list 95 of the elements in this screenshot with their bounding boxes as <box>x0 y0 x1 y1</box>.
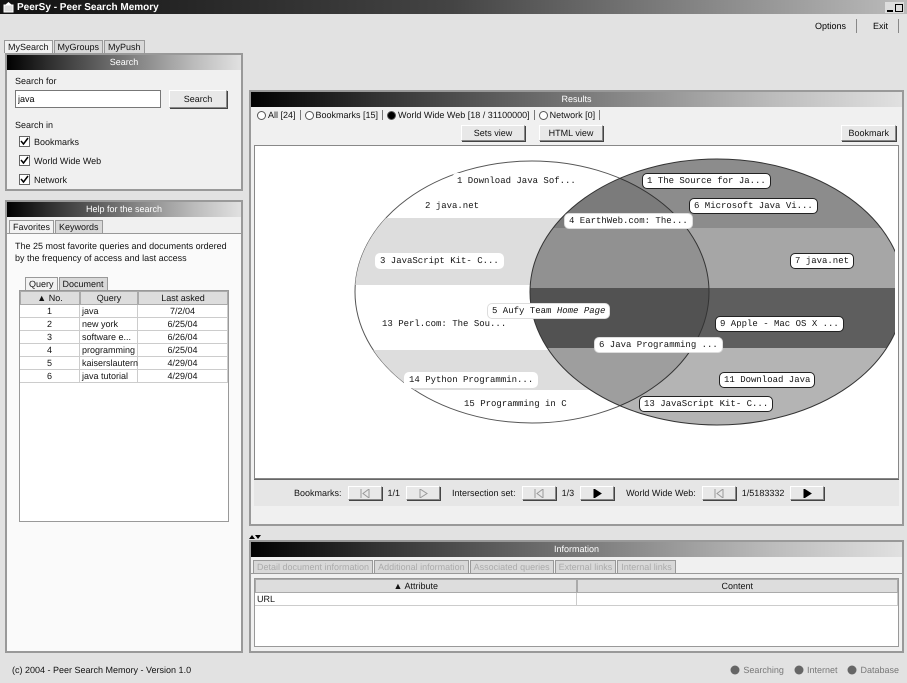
status-label: Database <box>860 665 899 675</box>
checkbox-label: World Wide Web <box>34 156 102 166</box>
bookmark-button[interactable]: Bookmark <box>841 125 896 141</box>
table-cell: 6/26/04 <box>138 331 228 344</box>
html-view-button[interactable]: HTML view <box>539 125 603 141</box>
main-tab[interactable]: MySearch <box>4 40 53 53</box>
panel-header: Results <box>251 92 902 107</box>
column-header[interactable]: Query <box>80 291 138 305</box>
main-tab[interactable]: MyGroups <box>54 40 104 53</box>
column-header[interactable]: ▲ Attribute <box>255 579 576 593</box>
result-label[interactable]: 6 Java Programming ... <box>594 337 723 353</box>
nav-label: Bookmarks: <box>294 488 342 498</box>
result-label[interactable]: 7 java.net <box>790 253 854 269</box>
search-label: Search for <box>14 75 58 88</box>
next-button[interactable] <box>790 486 824 500</box>
table-cell: java tutorial <box>80 370 138 383</box>
radio-icon[interactable] <box>304 110 314 120</box>
previous-button[interactable] <box>522 486 556 500</box>
table-cell: 5 <box>20 357 80 370</box>
skip-back-icon <box>360 488 370 498</box>
status-label: Searching <box>743 665 784 675</box>
next-button[interactable] <box>580 486 614 500</box>
table-cell: 6 <box>20 370 80 383</box>
play-icon <box>418 488 428 498</box>
result-label[interactable]: 5 Aufy Team Home Page <box>487 303 610 319</box>
help-tab[interactable]: Favorites <box>9 220 54 233</box>
table-cell: 6/25/04 <box>138 318 228 331</box>
main-tab[interactable]: MyPush <box>104 40 145 53</box>
result-label[interactable]: 6 Microsoft Java Vi... <box>689 198 818 214</box>
play-icon <box>592 488 602 498</box>
panel-header: Help for the search <box>7 202 241 217</box>
column-header[interactable]: Last asked <box>138 291 228 305</box>
result-label[interactable]: 11 Download Java <box>719 372 816 388</box>
search-in-label: Search in <box>14 119 54 132</box>
filter-radio[interactable]: Network [0] <box>534 110 600 120</box>
result-label[interactable]: 14 Python Programmin... <box>404 372 538 388</box>
status-label: Internet <box>806 665 838 675</box>
skip-back-icon <box>534 488 544 498</box>
table-cell: URL <box>255 593 576 606</box>
table-cell: 4/29/04 <box>138 370 228 383</box>
maximize-icon[interactable] <box>895 2 903 12</box>
query-list-tab[interactable]: Query <box>25 277 58 290</box>
table-cell: 6/25/04 <box>138 344 228 357</box>
status-light-icon <box>847 665 858 675</box>
table-cell: 1 <box>20 305 80 318</box>
column-header[interactable]: Content <box>576 579 898 593</box>
table-cell: 4 <box>20 344 80 357</box>
result-label[interactable]: 13 JavaScript Kit- C... <box>639 396 774 412</box>
result-label[interactable]: 4 EarthWeb.com: The... <box>564 213 693 229</box>
table-cell: 7/2/04 <box>138 305 228 318</box>
nav-label: Intersection set: <box>452 488 516 498</box>
result-label[interactable]: 3 JavaScript Kit- C... <box>375 253 504 269</box>
table-cell: software e... <box>80 331 138 344</box>
page-position: 1/3 <box>562 488 574 498</box>
table-cell: 2 <box>20 318 80 331</box>
previous-button[interactable] <box>702 486 736 500</box>
checkbox-label: Bookmarks <box>34 136 80 146</box>
filter-radio[interactable]: Bookmarks [15] <box>300 110 384 120</box>
table-cell: new york <box>80 318 138 331</box>
copyright-text: (c) 2004 - Peer Search Memory - Version 1.0 <box>12 665 192 675</box>
previous-button[interactable] <box>348 486 382 500</box>
result-label[interactable]: 1 The Source for Ja... <box>642 173 771 189</box>
checkbox[interactable] <box>19 155 30 166</box>
page-position: 1/5183332 <box>742 488 784 498</box>
table-cell: programming <box>80 344 138 357</box>
search-field[interactable]: java <box>15 90 161 108</box>
filter-radio[interactable]: All [24] <box>253 110 301 120</box>
panel-header: Search <box>7 55 241 70</box>
splitter-arrows-icon[interactable] <box>249 534 261 540</box>
table-cell: 4/29/04 <box>138 357 228 370</box>
radio-icon[interactable] <box>538 110 548 120</box>
nav-label: World Wide Web: <box>626 488 696 498</box>
checkbox[interactable] <box>19 136 30 147</box>
play-icon <box>802 488 812 498</box>
help-tab[interactable]: Keywords <box>55 220 103 233</box>
table-cell: kaiserslautern <box>80 357 138 370</box>
table-cell: java <box>80 305 138 318</box>
panel-header: Information <box>251 542 902 557</box>
radio-icon[interactable] <box>257 110 266 120</box>
table-cell: 3 <box>20 331 80 344</box>
help-description: The 25 most favorite queries and documents ordered by the frequency of access and last access <box>15 240 228 264</box>
query-list-tab[interactable]: Document <box>58 277 108 290</box>
status-light-icon <box>730 665 740 675</box>
search-button[interactable]: Search <box>169 90 227 108</box>
checkbox-label: Network <box>34 174 68 184</box>
result-label[interactable]: 9 Apple - Mac OS X ... <box>715 316 844 332</box>
radio-icon[interactable] <box>387 110 396 120</box>
sets-view-button[interactable]: Sets view <box>461 125 525 141</box>
status-light-icon <box>794 665 804 675</box>
filter-radio[interactable]: World Wide Web [18 / 31100000] <box>383 110 535 120</box>
column-header[interactable]: ▲ No. <box>20 291 80 305</box>
page-position: 1/1 <box>388 488 400 498</box>
skip-back-icon <box>714 488 724 498</box>
window-title: PeerSy - Peer Search Memory <box>17 2 159 12</box>
checkbox[interactable] <box>19 174 30 185</box>
